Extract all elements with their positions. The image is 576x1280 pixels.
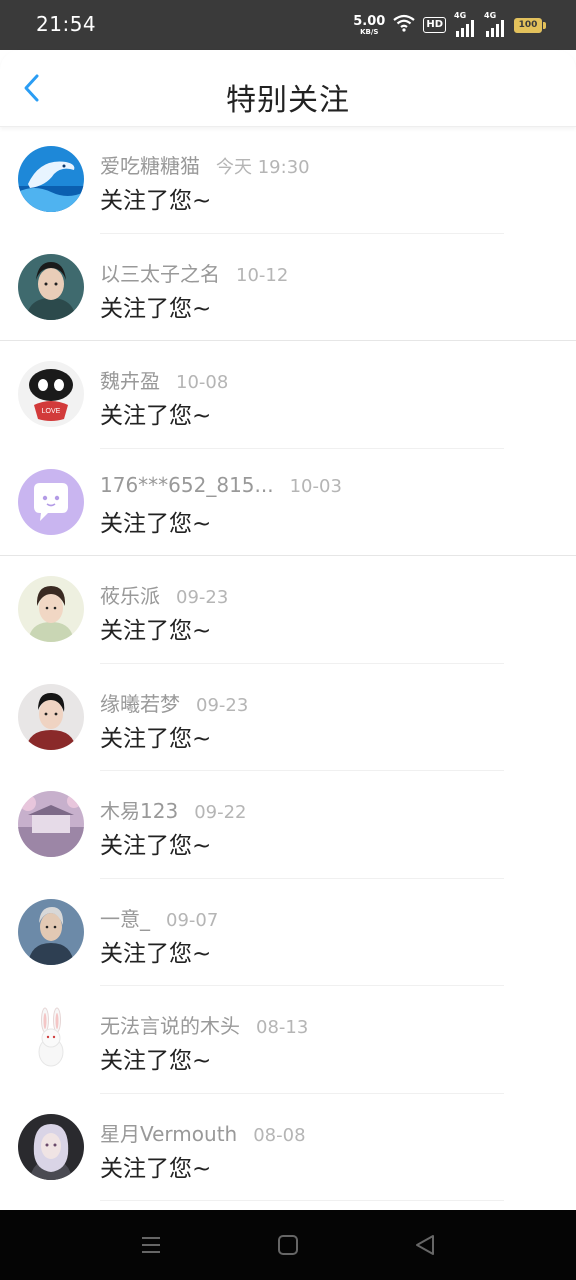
wifi-icon: [393, 14, 416, 36]
home-square-icon[interactable]: [275, 1232, 301, 1258]
menu-icon[interactable]: [138, 1232, 164, 1258]
list-item[interactable]: 缘曦若梦 09-23 关注了您~: [0, 664, 576, 771]
item-header: 木易123 09-22: [100, 795, 556, 824]
list-item[interactable]: 以三太子之名 10-12 关注了您~: [0, 234, 576, 341]
follow-time: 10-12: [236, 264, 289, 286]
user-name[interactable]: 一意_: [100, 903, 150, 932]
signal-icon-2: 4G: [484, 11, 506, 37]
avatar[interactable]: [18, 1113, 84, 1180]
avatar[interactable]: [18, 683, 84, 750]
network-speed: 5.00 KB/S: [353, 15, 385, 36]
avatar[interactable]: [18, 1006, 84, 1072]
user-name[interactable]: 木易123: [100, 795, 178, 824]
special-follow-list: 爱吃糖糖猫 今天 19:30 关注了您~ 以三太子之名 10-12 关注了您~: [0, 126, 576, 1201]
status-icons: 5.00 KB/S HD 4G 4G 100: [353, 11, 546, 38]
item-header: 爱吃糖糖猫 今天 19:30: [100, 150, 556, 179]
avatar[interactable]: [18, 468, 84, 535]
list-item[interactable]: 无法言说的木头 08-13 关注了您~: [0, 986, 576, 1094]
network-type-label: 4G: [454, 11, 467, 20]
follow-time: 10-08: [176, 372, 229, 393]
list-item[interactable]: 176***652_815... 10-03 关注了您~: [0, 449, 576, 556]
follow-message: 关注了您~: [100, 510, 212, 537]
follow-time: 08-13: [256, 1017, 309, 1038]
back-triangle-icon[interactable]: [412, 1232, 438, 1258]
list-item[interactable]: 木易123 09-22 关注了您~: [0, 771, 576, 879]
network-speed-unit: KB/S: [360, 27, 379, 36]
follow-time: 09-07: [166, 909, 219, 931]
avatar[interactable]: [18, 146, 84, 212]
page-title: 特别关注: [226, 83, 350, 118]
follow-time: 今天 19:30: [216, 157, 310, 178]
status-bar: 21:54 5.00 KB/S HD 4G 4G 100: [0, 0, 576, 50]
item-header: 无法言说的木头 08-13: [100, 1010, 556, 1039]
follow-time: 08-08: [253, 1124, 306, 1146]
avatar[interactable]: [18, 576, 84, 642]
item-header: 一意_ 09-07: [100, 903, 556, 932]
list-item[interactable]: 爱吃糖糖猫 今天 19:30 关注了您~: [0, 126, 576, 234]
follow-time: 10-03: [289, 475, 342, 497]
follow-message: 关注了您~: [100, 403, 212, 429]
follow-message: 关注了您~: [100, 295, 212, 322]
follow-message: 关注了您~: [100, 833, 212, 859]
status-time: 21:54: [36, 12, 97, 36]
user-name[interactable]: 以三太子之名: [100, 258, 220, 287]
system-nav-bar: [0, 1210, 576, 1280]
network-type-label-2: 4G: [484, 11, 497, 20]
list-item[interactable]: 莜乐派 09-23 关注了您~: [0, 556, 576, 664]
item-header: 缘曦若梦 09-23: [100, 688, 556, 717]
follow-message: 关注了您~: [100, 1048, 212, 1074]
item-header: 以三太子之名 10-12: [100, 258, 556, 287]
user-name[interactable]: 魏卉盈: [100, 365, 160, 394]
user-name[interactable]: 爱吃糖糖猫: [100, 150, 200, 179]
follow-time: 09-23: [196, 694, 249, 716]
signal-icon: 4G: [454, 11, 476, 37]
follow-message: 关注了您~: [100, 1155, 212, 1182]
battery-icon: 100: [514, 17, 546, 33]
item-header: 莜乐派 09-23: [100, 580, 556, 609]
list-item[interactable]: 一意_ 09-07 关注了您~: [0, 879, 576, 986]
user-name[interactable]: 176***652_815...: [100, 473, 274, 497]
user-name[interactable]: 无法言说的木头: [100, 1010, 240, 1039]
avatar[interactable]: [18, 791, 84, 857]
follow-time: 09-23: [176, 587, 229, 608]
item-header: 星月Vermouth 08-08: [100, 1118, 556, 1147]
follow-message: 关注了您~: [100, 725, 212, 752]
user-name[interactable]: 莜乐派: [100, 580, 160, 609]
follow-message: 关注了您~: [100, 188, 212, 214]
app-header: 特别关注: [0, 50, 576, 127]
item-header: 魏卉盈 10-08: [100, 365, 556, 394]
follow-message: 关注了您~: [100, 940, 212, 967]
hd-voice-badge: HD: [423, 17, 446, 33]
svg-text:LOVE: LOVE: [42, 408, 61, 415]
item-header: 176***652_815... 10-03: [100, 473, 556, 497]
user-name[interactable]: 缘曦若梦: [100, 688, 180, 717]
avatar[interactable]: LOVE: [18, 361, 84, 427]
divider: [100, 1200, 504, 1201]
follow-time: 09-22: [194, 802, 247, 823]
list-item[interactable]: 星月Vermouth 08-08 关注了您~: [0, 1094, 576, 1201]
follow-message: 关注了您~: [100, 618, 212, 644]
avatar[interactable]: [18, 253, 84, 320]
user-name[interactable]: 星月Vermouth: [100, 1118, 237, 1147]
list-item[interactable]: LOVE 魏卉盈 10-08 关注了您~: [0, 341, 576, 449]
network-speed-value: 5.00: [353, 13, 386, 29]
avatar[interactable]: [18, 898, 84, 965]
battery-level: 100: [518, 20, 538, 30]
